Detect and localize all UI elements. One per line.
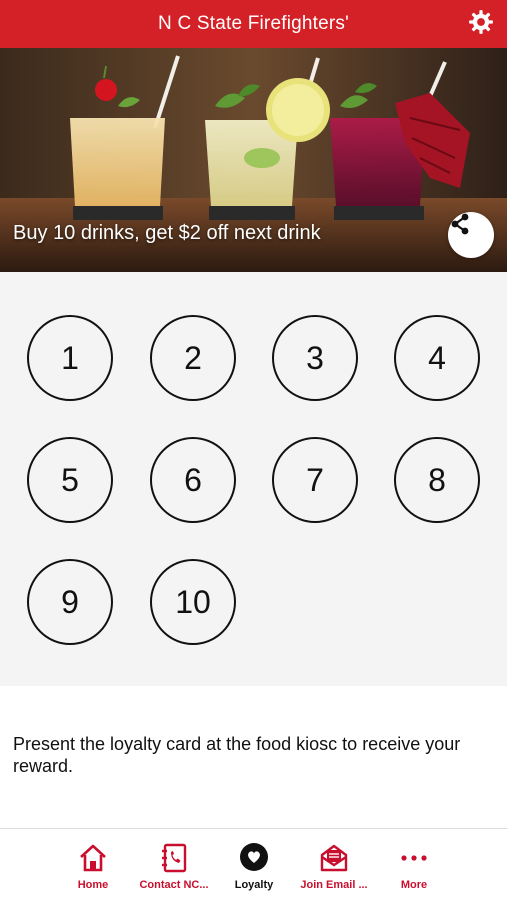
tab-join-email[interactable]: Join Email ... [289,841,379,897]
tab-home[interactable]: Home [48,841,138,897]
tab-label: Home [77,879,109,891]
stamp-3: 3 [272,315,358,401]
loyalty-stamp-grid: 1 2 3 4 5 6 7 8 9 10 [0,272,507,686]
more-dots-icon [397,841,431,875]
contact-book-icon [157,841,191,875]
stamp-10: 10 [150,559,236,645]
share-button[interactable] [448,212,494,258]
stamp-2: 2 [150,315,236,401]
app-header: N C State Firefighters' [0,0,507,48]
tab-contact[interactable]: Contact NC... [129,841,219,897]
tab-label: Contact NC... [139,879,209,891]
promo-caption: Buy 10 drinks, get $2 off next drink [13,222,321,244]
tab-label: Loyalty [234,879,274,891]
page-title: N C State Firefighters' [158,13,349,34]
home-icon [76,841,110,875]
settings-button[interactable] [467,9,495,40]
tab-label: More [400,879,428,891]
stamp-1: 1 [27,315,113,401]
promo-banner: Buy 10 drinks, get $2 off next drink [0,48,507,272]
stamp-5: 5 [27,437,113,523]
tab-label: Join Email ... [300,879,368,891]
stamp-6: 6 [150,437,236,523]
stamp-8: 8 [394,437,480,523]
tab-loyalty[interactable]: Loyalty [209,841,299,897]
loyalty-heart-icon [237,841,271,875]
stamp-4: 4 [394,315,480,401]
bottom-tab-bar: Home Contact NC... Loyalty Join Email ..… [0,828,507,900]
tab-more[interactable]: More [369,841,459,897]
gear-icon [468,9,494,40]
mail-icon [317,841,351,875]
stamp-7: 7 [272,437,358,523]
reward-instructions: Present the loyalty card at the food kio… [13,734,461,776]
stamp-9: 9 [27,559,113,645]
